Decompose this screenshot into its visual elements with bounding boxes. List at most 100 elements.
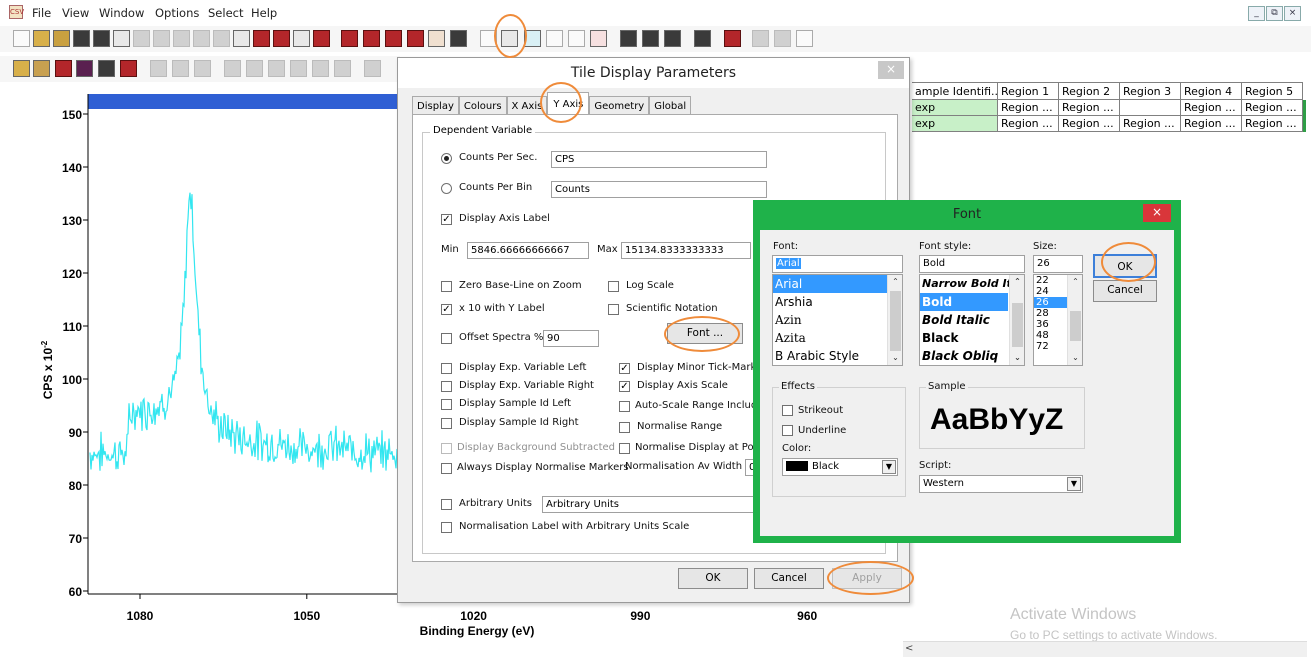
pen-icon[interactable] — [568, 30, 585, 47]
print-red-icon[interactable] — [253, 30, 270, 47]
close-button[interactable]: × — [1284, 6, 1301, 21]
contract-icon[interactable] — [194, 60, 211, 77]
open-folder-icon[interactable] — [33, 30, 50, 47]
clipboard-2-icon[interactable] — [694, 30, 711, 47]
tab-display[interactable]: Display — [412, 96, 459, 116]
arrow-right-icon[interactable] — [546, 30, 563, 47]
scale-up-icon[interactable] — [312, 60, 329, 77]
counts-per-bin-radio[interactable] — [441, 183, 452, 194]
ok-button[interactable]: OK — [678, 568, 748, 589]
peak-left-icon[interactable] — [246, 60, 263, 77]
counts-label-field[interactable]: Counts — [551, 181, 767, 198]
tile-icon[interactable] — [76, 60, 93, 77]
page-setup-icon[interactable] — [774, 30, 791, 47]
menu-view[interactable]: View — [62, 6, 89, 20]
underline-checkbox[interactable] — [782, 425, 793, 436]
strikeout-checkbox[interactable] — [782, 405, 793, 416]
save-red-3-icon[interactable] — [385, 30, 402, 47]
bg-subtracted-checkbox[interactable] — [441, 443, 452, 454]
list-red-icon[interactable] — [590, 30, 607, 47]
tab-colours[interactable]: Colours — [458, 96, 507, 116]
printer-3-icon[interactable] — [664, 30, 681, 47]
scroll-down-icon[interactable]: ⌄ — [1010, 351, 1024, 365]
app-logo-icon[interactable]: CSV — [9, 5, 24, 19]
layout-icon[interactable] — [233, 30, 250, 47]
font-item-azita[interactable]: Azita — [773, 329, 902, 347]
report-icon[interactable] — [293, 30, 310, 47]
save-red-2-icon[interactable] — [363, 30, 380, 47]
table-cell[interactable]: Region ... — [1181, 116, 1242, 132]
exp-var-left-checkbox[interactable] — [441, 363, 452, 374]
font-item-azin[interactable]: Azin — [773, 311, 902, 329]
size-list-scrollbar[interactable]: ⌃ ⌄ — [1067, 275, 1082, 365]
sci-notation-checkbox[interactable] — [608, 304, 619, 315]
font-item-arshia[interactable]: Arshia — [773, 293, 902, 311]
export-red-icon[interactable] — [273, 30, 290, 47]
max-field[interactable]: 15134.8333333333 — [621, 242, 751, 259]
peak-mark-icon[interactable] — [290, 60, 307, 77]
calendar-icon[interactable] — [428, 30, 445, 47]
spectrum-icon[interactable] — [13, 60, 30, 77]
font-name-list[interactable]: Arial Arshia Azin Azita B Arabic Style ⌃… — [772, 274, 903, 366]
overlay-icon[interactable] — [55, 60, 72, 77]
minor-ticks-checkbox[interactable]: ✓ — [619, 363, 630, 374]
region-icon[interactable] — [120, 60, 137, 77]
script-select[interactable]: Western ▼ — [919, 475, 1083, 493]
table-header-cell[interactable]: Region 4 — [1181, 82, 1242, 100]
new-file-icon[interactable] — [13, 30, 30, 47]
table-row[interactable]: exp Region ... Region ... Region ... Region … — [912, 100, 1303, 116]
table-cell[interactable]: Region ... — [1242, 116, 1303, 132]
table-header-cell[interactable]: ample Identifi... — [912, 82, 998, 100]
arbitrary-units-field[interactable]: Arbitrary Units — [542, 496, 767, 513]
spectrum-chart[interactable]: 150 140 130 120 110 100 90 80 70 60 1080 1050 CPS … — [0, 80, 400, 663]
paste-disabled-icon[interactable] — [153, 30, 170, 47]
scroll-up-icon[interactable]: ⌃ — [1010, 275, 1024, 289]
grid-icon[interactable] — [98, 60, 115, 77]
table-cell[interactable]: Region ... — [1059, 100, 1120, 116]
exp-var-right-checkbox[interactable] — [441, 381, 452, 392]
shift-left-icon[interactable] — [172, 60, 189, 77]
menu-help[interactable]: Help — [251, 6, 277, 20]
dialog-close-button[interactable]: × — [878, 61, 904, 79]
bookmark-red-icon[interactable] — [313, 30, 330, 47]
auto-scale-checkbox[interactable] — [619, 401, 630, 412]
tab-global[interactable]: Global — [649, 96, 692, 116]
help-icon[interactable] — [796, 30, 813, 47]
scale-down-icon[interactable] — [334, 60, 351, 77]
size-item-26[interactable]: 26 — [1034, 297, 1067, 308]
open-recent-icon[interactable] — [53, 30, 70, 47]
menu-select[interactable]: Select — [208, 6, 243, 20]
table-cell[interactable]: exp — [912, 116, 998, 132]
save-icon[interactable] — [73, 30, 90, 47]
scroll-up-icon[interactable]: ⌃ — [1068, 275, 1082, 289]
counts-per-sec-radio[interactable] — [441, 153, 452, 164]
print-preview-icon[interactable] — [752, 30, 769, 47]
table-cell[interactable]: Region ... — [1242, 100, 1303, 116]
scroll-up-icon[interactable]: ⌃ — [888, 275, 902, 289]
peak-up-icon[interactable] — [224, 60, 241, 77]
table-row[interactable]: exp Region ... Region ... Region ... Region … — [912, 116, 1303, 132]
download-icon[interactable] — [364, 60, 381, 77]
table-cell[interactable]: exp — [912, 100, 998, 116]
duplicate-disabled-icon[interactable] — [213, 30, 230, 47]
scroll-down-icon[interactable]: ⌄ — [1068, 351, 1082, 365]
minimize-button[interactable]: _ — [1248, 6, 1265, 21]
font-dialog-close-button[interactable]: × — [1143, 204, 1171, 222]
exit-icon[interactable] — [724, 30, 741, 47]
table-cell[interactable]: Region ... — [1181, 100, 1242, 116]
tab-geometry[interactable]: Geometry — [589, 96, 650, 116]
table-cell[interactable]: Region ... — [1120, 100, 1181, 116]
sample-left-checkbox[interactable] — [441, 399, 452, 410]
log-scale-checkbox[interactable] — [608, 281, 619, 292]
norm-label-arbitrary-checkbox[interactable] — [441, 522, 452, 533]
save-as-icon[interactable] — [93, 30, 110, 47]
zero-baseline-checkbox[interactable] — [441, 281, 452, 292]
table-header-cell[interactable]: Region 2 — [1059, 82, 1120, 100]
table-header-cell[interactable]: Region 5 — [1242, 82, 1303, 100]
font-style-field[interactable]: Bold — [919, 255, 1025, 273]
x10-checkbox[interactable]: ✓ — [441, 304, 452, 315]
font-size-field[interactable]: 26 — [1033, 255, 1083, 273]
delete-disabled-icon[interactable] — [193, 30, 210, 47]
font-size-list[interactable]: 22 24 26 28 36 48 72 ⌃ ⌄ — [1033, 274, 1083, 366]
display-axis-label-checkbox[interactable]: ✓ — [441, 214, 452, 225]
